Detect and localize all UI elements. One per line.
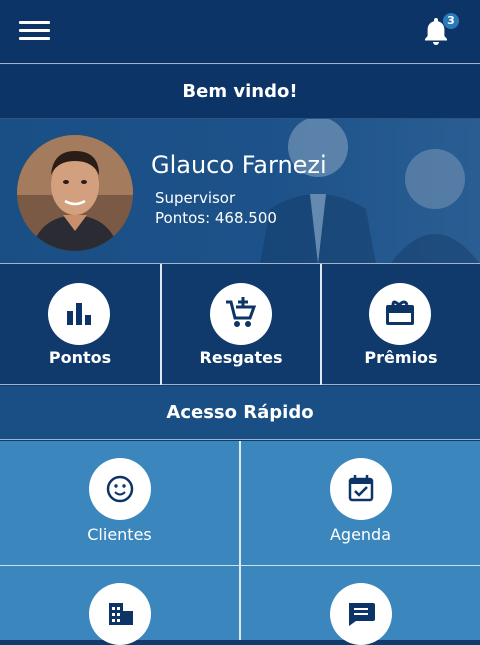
background-people-image: [260, 119, 480, 263]
resgates-label: Resgates: [199, 348, 283, 367]
clientes-label: Clientes: [87, 525, 152, 544]
bar-chart-icon: [48, 283, 110, 345]
premios-label: Prêmios: [364, 348, 438, 367]
profile-name: Glauco Farnezi: [151, 151, 327, 179]
empresas-button[interactable]: [0, 566, 239, 645]
agenda-button[interactable]: Agenda: [241, 441, 480, 566]
profile-card: Glauco Farnezi Supervisor Pontos: 468.50…: [0, 119, 480, 264]
clientes-button[interactable]: Clientes: [0, 441, 239, 566]
mensagens-button[interactable]: [241, 566, 480, 645]
avatar: [17, 135, 133, 251]
pontos-label: Pontos: [48, 348, 112, 367]
pontos-button[interactable]: Pontos: [0, 264, 160, 385]
calendar-check-icon: [329, 458, 392, 520]
agenda-label: Agenda: [329, 525, 392, 544]
welcome-banner: Bem vindo!: [0, 65, 480, 119]
profile-points: Pontos: 468.500: [155, 209, 277, 227]
premios-button[interactable]: Prêmios: [322, 264, 480, 385]
profile-role: Supervisor: [155, 189, 236, 207]
top-bar: 3: [0, 0, 480, 64]
add-to-cart-icon: [210, 283, 272, 345]
resgates-button[interactable]: Resgates: [162, 264, 320, 385]
chat-icon: [329, 583, 392, 645]
hamburger-menu-icon[interactable]: [19, 21, 50, 41]
smiley-icon: [88, 458, 151, 520]
gift-card-icon: [369, 283, 431, 345]
building-icon: [88, 583, 151, 645]
notification-badge: 3: [443, 13, 459, 29]
quick-access-title: Acesso Rápido: [0, 386, 480, 440]
